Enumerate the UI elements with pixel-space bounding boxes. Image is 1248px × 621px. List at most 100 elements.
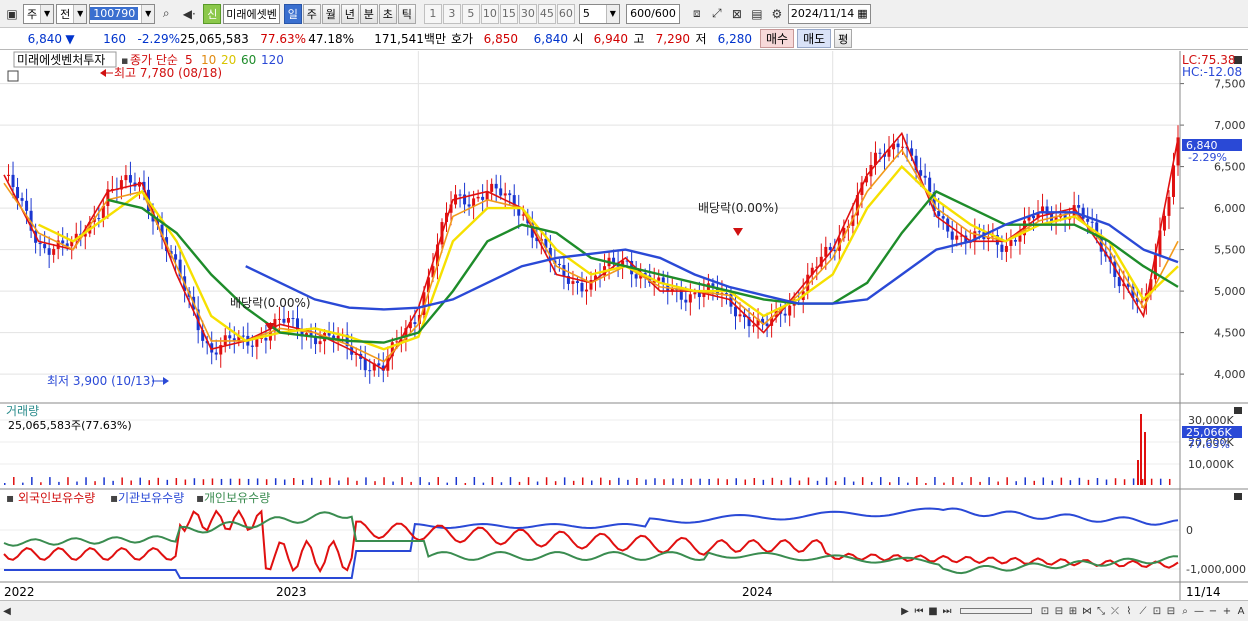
save-icon[interactable]: ▤ [748, 4, 766, 24]
candle-body [941, 216, 945, 219]
interval-tab[interactable]: 1 [423, 3, 442, 24]
interval-tab[interactable]: 45 [537, 3, 556, 24]
interval-tab[interactable]: 5 [461, 3, 480, 24]
buy-button[interactable]: 매수 [760, 29, 795, 48]
stock-chart[interactable]: 4,0004,5005,0005,5006,0006,5007,0007,500… [0, 51, 1248, 600]
speaker-icon[interactable]: ◀· [177, 4, 201, 24]
volume-bar [220, 478, 223, 485]
interval-select[interactable]: 5 ▼ [578, 3, 620, 24]
tool-icon[interactable]: ⊡ [1038, 603, 1052, 619]
period-tab[interactable]: 주 [302, 3, 321, 24]
candle-body [937, 211, 941, 217]
period-type-select[interactable]: 주 ▼ [23, 3, 55, 24]
interval-tab[interactable]: 30 [518, 3, 537, 24]
first-page-icon[interactable]: ⏮ [912, 603, 926, 619]
zoom-out-icon[interactable]: − [1206, 603, 1220, 619]
candle-body [494, 183, 498, 189]
candle-body [733, 306, 737, 317]
zoom-in-icon[interactable]: + [1220, 603, 1234, 619]
candle-body [255, 338, 259, 347]
down-arrow-icon: ▼ [65, 31, 75, 46]
interval-tab[interactable]: 10 [480, 3, 499, 24]
candle-body [1162, 215, 1166, 231]
candle-body [174, 254, 178, 260]
volume-bar [916, 477, 918, 485]
y-tick-label: 7,000 [1214, 119, 1246, 132]
period-tab[interactable]: 년 [340, 3, 359, 24]
count-value: 600/600 [630, 7, 676, 20]
calendar-icon[interactable]: ▦ [857, 7, 867, 20]
date-input[interactable]: 2024/11/14 ▦ [787, 3, 871, 24]
close-panel-icon[interactable] [1234, 493, 1242, 500]
candle-body [1000, 244, 1004, 252]
volume-bar [663, 479, 665, 485]
tool-icon[interactable]: ⌇ [1122, 603, 1136, 619]
candle-body [250, 345, 254, 347]
period-tab[interactable]: 분 [359, 3, 378, 24]
tool-icon[interactable]: ⤫ [1108, 603, 1122, 619]
interval-tab[interactable]: 3 [442, 3, 461, 24]
period-tab[interactable]: 일 [283, 3, 302, 24]
candle-icon[interactable]: ⧈ [688, 4, 706, 24]
stop-icon[interactable]: ■ [926, 603, 940, 619]
count-input[interactable]: 600/600 [625, 3, 680, 24]
x-label-2022: 2022 [4, 585, 35, 599]
quote-vol-ratio: 77.63% [260, 31, 306, 46]
volume-bar [419, 477, 421, 485]
window-icon[interactable]: ▣ [3, 4, 21, 24]
volume-bar [726, 479, 728, 485]
low-annotation: 최저 3,900 (10/13) [47, 374, 155, 388]
scroll-left-icon[interactable]: ◀ [0, 603, 14, 619]
ma-period-10: 10 [201, 53, 216, 67]
draw-icon[interactable]: ⤢ [708, 4, 726, 24]
delete-icon[interactable]: ⊠ [728, 4, 746, 24]
volume-bar [500, 482, 503, 485]
zoom-slider[interactable] [960, 608, 1032, 614]
text-icon[interactable]: A [1234, 603, 1248, 619]
period-tabs: 일주월년분초틱 [283, 3, 416, 24]
candle-body [97, 218, 101, 220]
zoom-icon[interactable]: ⌕ [1178, 603, 1192, 619]
volume-bar [1123, 479, 1126, 485]
close-panel-icon[interactable] [1234, 407, 1242, 414]
search-icon[interactable]: ⌕ [157, 4, 175, 24]
stock-name-field[interactable]: 미래에셋벤 [223, 3, 280, 24]
volume-bar [870, 481, 873, 485]
tool-icon[interactable]: ⋈ [1080, 603, 1094, 619]
shin-button[interactable]: 신 [203, 3, 222, 24]
tool-icon[interactable]: ⊡ [1150, 603, 1164, 619]
sell-button[interactable]: 매도 [797, 29, 832, 48]
quote-bar: 6,840 ▼ 160 -2.29% 25,065,583 77.63% 47.… [0, 28, 1248, 50]
volume-bar [907, 482, 909, 485]
tool-icon[interactable]: ⊞ [1066, 603, 1080, 619]
zoom-out-icon[interactable]: — [1192, 603, 1206, 619]
last-page-icon[interactable]: ⏭ [940, 603, 954, 619]
low-label: 저 [695, 32, 707, 46]
volume-bar [94, 481, 96, 485]
volume-bar [229, 478, 232, 485]
volume-bar [238, 478, 241, 485]
period-tab[interactable]: 월 [321, 3, 340, 24]
candle-body [503, 193, 507, 196]
scroll-right-icon[interactable]: ▶ [898, 603, 912, 619]
volume-bar [40, 482, 42, 485]
candle-body [490, 183, 494, 192]
tool-icon[interactable]: ⤡ [1094, 603, 1108, 619]
volume-bar [627, 479, 629, 485]
interval-tab[interactable]: 60 [556, 3, 575, 24]
volume-bar [1069, 480, 1072, 485]
candle-body [571, 281, 575, 284]
ma-label: 종가 단순 [130, 53, 178, 67]
stock-code-input[interactable]: 100790 ▼ [89, 3, 156, 24]
volume-bar [1060, 477, 1063, 485]
tool-icon[interactable]: ⊟ [1164, 603, 1178, 619]
avg-button[interactable]: 평 [834, 29, 853, 48]
interval-tab[interactable]: 15 [499, 3, 518, 24]
period-tab[interactable]: 틱 [397, 3, 416, 24]
prev-select[interactable]: 전 ▼ [56, 3, 88, 24]
scroll-track[interactable] [14, 604, 898, 618]
period-tab[interactable]: 초 [378, 3, 397, 24]
tool-icon[interactable]: ⊟ [1052, 603, 1066, 619]
tool-icon[interactable]: ⟋ [1136, 603, 1150, 619]
gear-icon[interactable]: ⚙ [768, 4, 786, 24]
